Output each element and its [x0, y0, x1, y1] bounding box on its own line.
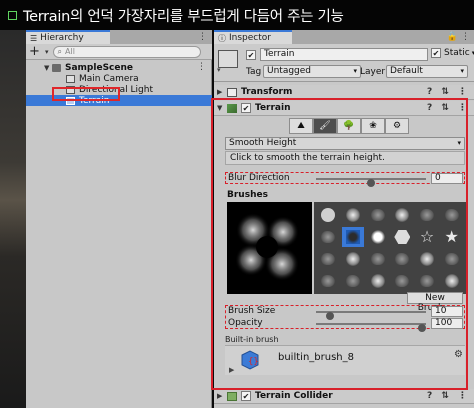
- layer-dropdown[interactable]: Default ▾: [386, 65, 468, 78]
- tab-hierarchy[interactable]: ☰ Hierarchy: [26, 30, 110, 44]
- fold-arrow-icon[interactable]: ▶: [217, 88, 227, 96]
- tag-label: Tag: [246, 67, 262, 77]
- scene-menu-icon[interactable]: ⋮: [197, 62, 206, 72]
- inspector-tab-label: Inspector: [229, 33, 271, 43]
- scene-row[interactable]: ▼ SampleScene ⋮: [26, 62, 212, 73]
- scene-view-edge: [0, 30, 26, 408]
- component-actions-icons[interactable]: ? ⇅ ⋮: [427, 87, 470, 97]
- layer-value: Default: [390, 66, 423, 76]
- caption-text: Terrain의 언덕 가장자리를 부드럽게 다듬어 주는 기능: [23, 8, 344, 25]
- unity-scene-icon: [52, 63, 61, 72]
- hierarchy-tab-icon: ☰: [30, 33, 38, 43]
- icon-dropdown-caret-icon[interactable]: ▾: [217, 66, 221, 74]
- hierarchy-menu-icon[interactable]: ⋮: [198, 32, 207, 42]
- info-icon: ⓘ: [218, 33, 226, 43]
- add-object-button[interactable]: +: [29, 44, 45, 59]
- tree-item-label: Main Camera: [79, 73, 139, 84]
- search-placeholder: All: [65, 47, 75, 56]
- object-name-input[interactable]: Terrain: [260, 48, 428, 61]
- terrain-highlight-box: [52, 87, 120, 101]
- hierarchy-toolbar: + ▾ ⌕ All: [26, 44, 212, 60]
- scene-name: SampleScene: [65, 62, 133, 73]
- tree-item-main-camera[interactable]: Main Camera: [26, 73, 212, 84]
- static-toggle[interactable]: ✔ Static ▾: [431, 48, 474, 58]
- collider-enabled-checkbox[interactable]: ✔: [241, 391, 251, 401]
- static-label: Static: [444, 48, 470, 58]
- gameobject-cube-icon: [218, 50, 238, 68]
- object-header: ▾ ✔ Terrain ✔ Static ▾ Tag Untagged ▾ La…: [214, 44, 474, 82]
- chevron-down-icon: ▾: [460, 67, 464, 75]
- tag-dropdown[interactable]: Untagged ▾: [263, 65, 361, 78]
- collider-icon: [227, 391, 237, 401]
- layer-label: Layer: [360, 67, 386, 77]
- component-actions-icons[interactable]: ? ⇅ ⋮: [427, 391, 470, 401]
- search-icon: ⌕: [57, 46, 62, 56]
- tag-value: Untagged: [267, 66, 312, 76]
- hierarchy-panel: ☰ Hierarchy ⋮ + ▾ ⌕ All ▼ SampleScene ⋮ …: [26, 30, 212, 408]
- expand-arrow-icon[interactable]: ▼: [44, 64, 52, 72]
- transform-title: Transform: [241, 87, 293, 97]
- hierarchy-search-input[interactable]: ⌕ All: [52, 45, 201, 58]
- terrain-component-highlight-box: [211, 98, 468, 390]
- inspector-lock-menu-icon[interactable]: 🔒 ⋮: [447, 32, 470, 42]
- chevron-down-icon: ▾: [353, 67, 357, 75]
- static-checkbox[interactable]: ✔: [431, 48, 441, 58]
- screen: Terrain의 언덕 가장자리를 부드럽게 다듬어 주는 기능 ☰ Hiera…: [0, 0, 474, 408]
- add-dropdown-caret-icon[interactable]: ▾: [45, 48, 49, 56]
- terrain-collider-component-header[interactable]: ▶ ✔ Terrain Collider ? ⇅ ⋮: [214, 389, 474, 404]
- fold-arrow-icon[interactable]: ▶: [217, 392, 227, 400]
- active-checkbox[interactable]: ✔: [246, 50, 256, 60]
- transform-icon: [227, 87, 237, 97]
- hierarchy-tab-label: Hierarchy: [40, 33, 84, 43]
- checkbox-icon: [8, 10, 17, 20]
- gameobject-cube-icon: [66, 74, 75, 83]
- tab-inspector[interactable]: ⓘ Inspector: [214, 30, 292, 44]
- terrain-collider-title: Terrain Collider: [255, 391, 333, 401]
- caption-banner: Terrain의 언덕 가장자리를 부드럽게 다듬어 주는 기능: [0, 0, 474, 30]
